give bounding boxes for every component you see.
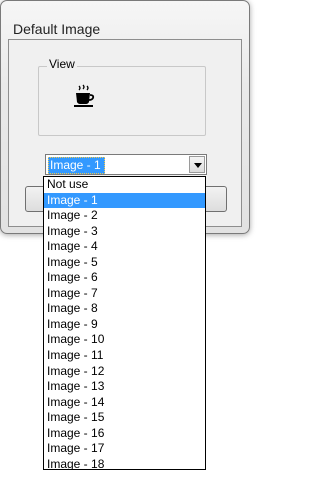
dropdown-option[interactable]: Image - 13	[44, 379, 205, 395]
dropdown-option[interactable]: Image - 9	[44, 317, 205, 333]
image-select[interactable]: Image - 1	[45, 154, 207, 175]
view-group: View	[38, 57, 206, 136]
dropdown-option[interactable]: Not use	[44, 177, 205, 193]
dropdown-option[interactable]: Image - 12	[44, 364, 205, 380]
dropdown-option[interactable]: Image - 3	[44, 224, 205, 240]
dropdown-option[interactable]: Image - 5	[44, 255, 205, 271]
image-dropdown-list: Not use Image - 1 Image - 2 Image - 3 Image …	[43, 176, 206, 470]
dropdown-option[interactable]: Image - 14	[44, 395, 205, 411]
dropdown-option[interactable]: Image - 11	[44, 348, 205, 364]
dropdown-option[interactable]: Image - 6	[44, 270, 205, 286]
dropdown-option[interactable]: Image - 2	[44, 208, 205, 224]
image-select-value: Image - 1	[48, 157, 105, 174]
dropdown-option[interactable]: Image - 4	[44, 239, 205, 255]
dropdown-option[interactable]: Image - 10	[44, 332, 205, 348]
dropdown-option[interactable]: Image - 7	[44, 286, 205, 302]
dropdown-option[interactable]: Image - 18	[44, 457, 205, 469]
dropdown-option[interactable]: Image - 17	[44, 441, 205, 457]
coffee-cup-icon	[73, 84, 95, 108]
view-group-label: View	[47, 57, 77, 71]
dropdown-option[interactable]: Image - 16	[44, 426, 205, 442]
window-title: Default Image	[13, 21, 101, 37]
dropdown-option[interactable]: Image - 1	[44, 192, 205, 209]
chevron-down-icon[interactable]	[189, 156, 205, 173]
dropdown-option[interactable]: Image - 8	[44, 301, 205, 317]
screen: Default Image View Image - 1 Not use Ima…	[0, 0, 253, 499]
title-bar[interactable]: Default Image	[7, 7, 243, 37]
dropdown-option[interactable]: Image - 15	[44, 410, 205, 426]
